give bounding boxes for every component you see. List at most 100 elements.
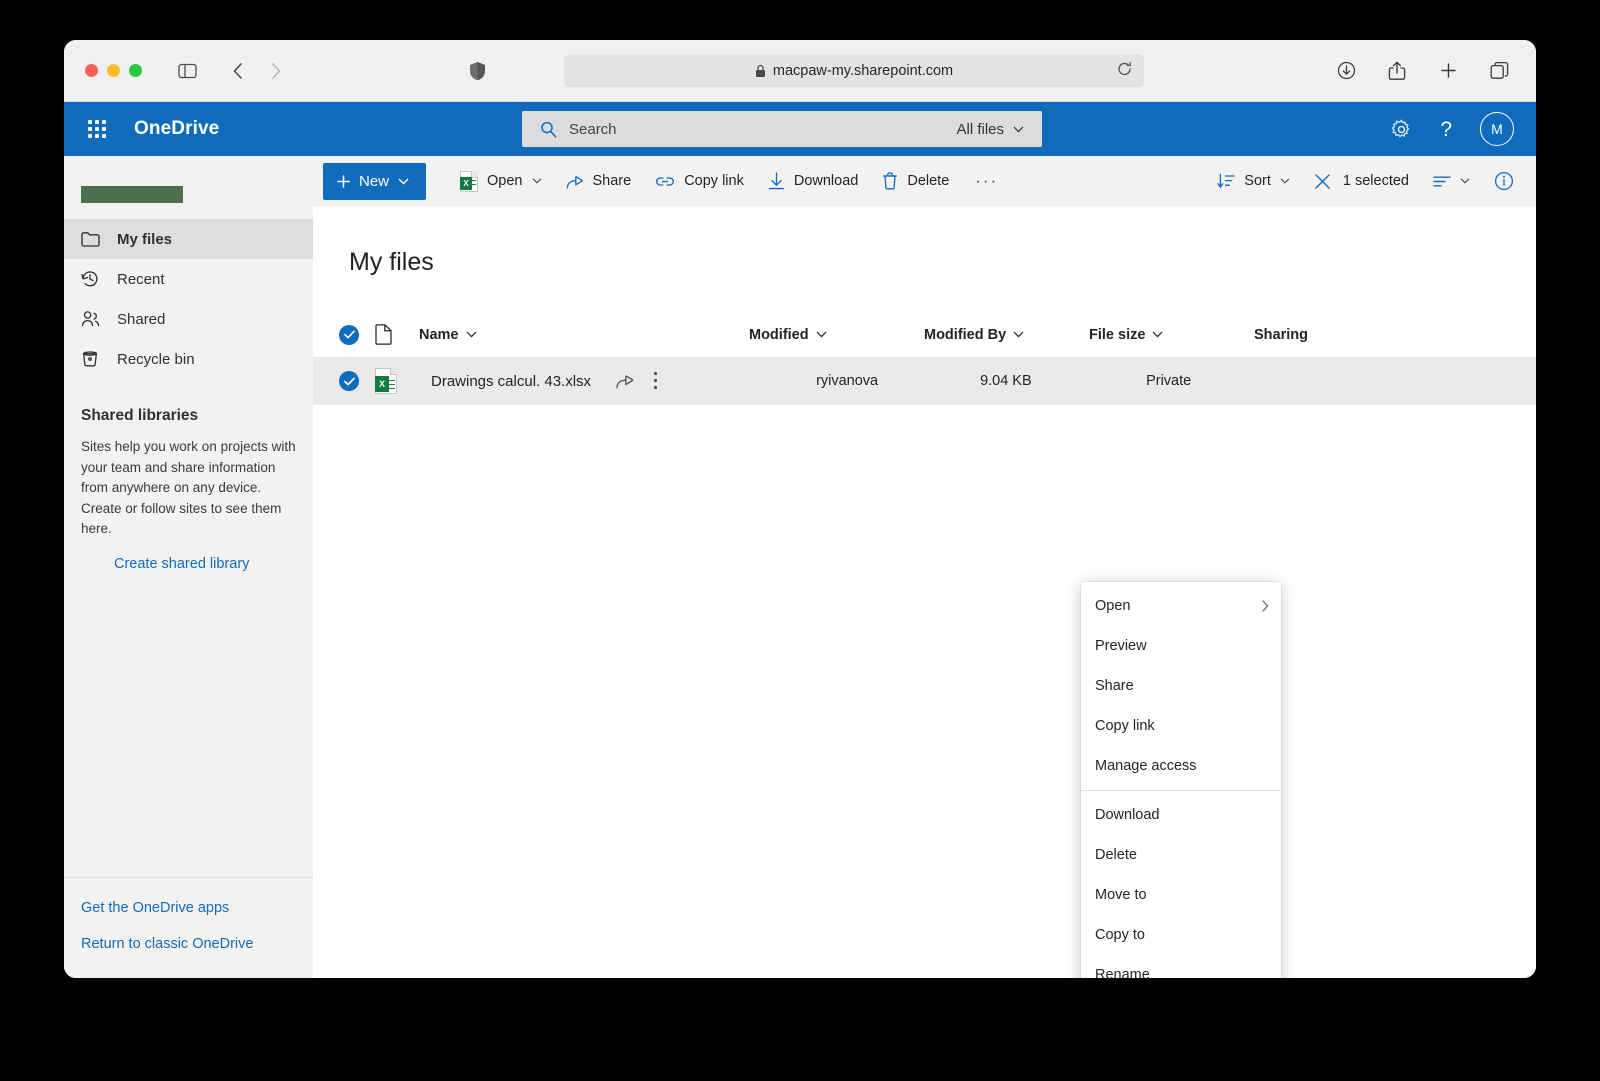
window-controls bbox=[85, 64, 142, 77]
shield-icon[interactable] bbox=[462, 56, 492, 86]
downloads-icon[interactable] bbox=[1331, 56, 1361, 86]
menu-item-delete[interactable]: Delete bbox=[1081, 835, 1281, 875]
menu-item-rename[interactable]: Rename bbox=[1081, 955, 1281, 978]
check-circle-icon bbox=[339, 371, 359, 391]
trash-icon bbox=[882, 172, 898, 190]
table-row[interactable]: X Drawings calcul. 43.xlsx ryivanova 9.0… bbox=[313, 357, 1536, 405]
context-menu: Open Preview Share Copy link Manage acce… bbox=[1081, 582, 1281, 978]
file-type-icon bbox=[375, 324, 392, 345]
command-bar-right: Sort 1 selected bbox=[1205, 161, 1518, 201]
create-shared-library-link[interactable]: Create shared library bbox=[114, 556, 313, 572]
menu-item-copy-link[interactable]: Copy link bbox=[1081, 706, 1281, 746]
excel-icon: X bbox=[460, 170, 479, 192]
view-options-button[interactable] bbox=[1421, 161, 1482, 201]
get-onedrive-apps-link[interactable]: Get the OneDrive apps bbox=[81, 900, 313, 916]
tab-overview-icon[interactable] bbox=[1484, 56, 1514, 86]
menu-item-manage-access[interactable]: Manage access bbox=[1081, 746, 1281, 786]
browser-window: macpaw-my.sharepoint.com OneDrive Search… bbox=[64, 40, 1536, 978]
brand-title[interactable]: OneDrive bbox=[134, 118, 219, 140]
sidebar-item-label: Recent bbox=[117, 270, 165, 288]
column-header-filetype[interactable] bbox=[375, 324, 419, 345]
close-window-button[interactable] bbox=[85, 64, 98, 77]
column-header-modified-by[interactable]: Modified By bbox=[924, 327, 1089, 343]
sidebar-item-shared[interactable]: Shared bbox=[64, 299, 313, 339]
sidebar-item-my-files[interactable]: My files bbox=[64, 219, 313, 259]
column-header-sharing[interactable]: Sharing bbox=[1254, 327, 1414, 343]
search-input[interactable] bbox=[569, 120, 957, 138]
command-label: Copy link bbox=[684, 173, 744, 189]
column-header-name[interactable]: Name bbox=[419, 327, 749, 343]
shared-libraries-heading: Shared libraries bbox=[81, 407, 199, 424]
sidebar-item-recent[interactable]: Recent bbox=[64, 259, 313, 299]
link-icon bbox=[655, 174, 675, 189]
excel-file-icon: X bbox=[375, 368, 397, 394]
info-icon bbox=[1494, 171, 1514, 191]
share-icon bbox=[566, 173, 584, 190]
menu-item-label: Copy link bbox=[1095, 718, 1155, 734]
clear-selection-button[interactable]: 1 selected bbox=[1302, 161, 1421, 201]
gear-icon[interactable] bbox=[1391, 118, 1412, 140]
share-command[interactable]: Share bbox=[554, 161, 644, 201]
row-modified-by: ryivanova bbox=[816, 373, 879, 389]
search-bar[interactable]: All files bbox=[522, 111, 1042, 147]
help-icon[interactable]: ? bbox=[1440, 119, 1452, 140]
row-checkbox[interactable] bbox=[323, 371, 375, 391]
column-header-modified[interactable]: Modified bbox=[749, 327, 924, 343]
row-name-cell[interactable]: Drawings calcul. 43.xlsx bbox=[419, 373, 591, 390]
page-title: My files bbox=[349, 248, 434, 276]
share-icon[interactable] bbox=[615, 372, 635, 390]
select-all-checkbox[interactable] bbox=[323, 324, 375, 345]
column-header-label: Modified bbox=[749, 326, 809, 343]
redacted-account-name bbox=[81, 186, 183, 203]
file-name-label: Drawings calcul. 43.xlsx bbox=[431, 372, 592, 390]
download-command[interactable]: Download bbox=[756, 161, 871, 201]
sidebar: My files Recent Shared Recycle bin Share… bbox=[64, 156, 313, 978]
more-commands-button[interactable]: ··· bbox=[961, 171, 1012, 191]
details-info-button[interactable] bbox=[1482, 161, 1518, 201]
sidebar-toggle-icon[interactable] bbox=[172, 56, 202, 86]
folder-icon bbox=[81, 231, 105, 247]
command-label: Share bbox=[592, 173, 632, 189]
back-button[interactable] bbox=[223, 56, 253, 86]
menu-separator bbox=[1081, 790, 1281, 791]
sort-button[interactable]: Sort bbox=[1205, 161, 1302, 201]
new-tab-icon[interactable] bbox=[1433, 56, 1463, 86]
forward-button[interactable] bbox=[261, 56, 291, 86]
suite-actions: ? M bbox=[1391, 112, 1514, 146]
chevron-down-icon bbox=[1152, 331, 1163, 338]
share-icon[interactable] bbox=[1382, 56, 1412, 86]
column-header-file-size[interactable]: File size bbox=[1089, 327, 1254, 343]
menu-item-label: Share bbox=[1095, 678, 1134, 694]
sidebar-item-recycle-bin[interactable]: Recycle bin bbox=[64, 339, 313, 379]
more-vertical-icon[interactable] bbox=[653, 371, 658, 391]
chevron-down-icon bbox=[532, 178, 541, 184]
copy-link-command[interactable]: Copy link bbox=[643, 161, 756, 201]
row-file-size: 9.04 KB bbox=[980, 373, 1032, 389]
menu-item-open[interactable]: Open bbox=[1081, 586, 1281, 626]
minimize-window-button[interactable] bbox=[107, 64, 120, 77]
new-button[interactable]: New bbox=[323, 162, 427, 200]
menu-item-copy-to[interactable]: Copy to bbox=[1081, 915, 1281, 955]
address-bar[interactable]: macpaw-my.sharepoint.com bbox=[564, 54, 1144, 87]
menu-item-preview[interactable]: Preview bbox=[1081, 626, 1281, 666]
menu-item-move-to[interactable]: Move to bbox=[1081, 875, 1281, 915]
reload-icon[interactable] bbox=[1117, 61, 1132, 80]
check-circle-icon bbox=[339, 324, 359, 345]
sidebar-footer: Get the OneDrive apps Return to classic … bbox=[64, 877, 313, 978]
column-header-label: Name bbox=[419, 326, 459, 343]
menu-item-download[interactable]: Download bbox=[1081, 795, 1281, 835]
sidebar-item-label: My files bbox=[117, 230, 173, 248]
open-command[interactable]: X Open bbox=[448, 161, 553, 201]
delete-command[interactable]: Delete bbox=[870, 161, 961, 201]
search-scope-dropdown[interactable]: All files bbox=[956, 121, 1024, 138]
history-icon bbox=[81, 270, 105, 288]
command-label: Download bbox=[793, 173, 859, 189]
app-launcher-icon[interactable] bbox=[86, 118, 108, 140]
menu-item-label: Copy to bbox=[1095, 927, 1145, 943]
chevron-down-icon bbox=[1460, 178, 1470, 184]
menu-item-share[interactable]: Share bbox=[1081, 666, 1281, 706]
maximize-window-button[interactable] bbox=[129, 64, 142, 77]
sort-icon bbox=[1217, 173, 1235, 189]
return-to-classic-link[interactable]: Return to classic OneDrive bbox=[81, 936, 313, 952]
avatar[interactable]: M bbox=[1480, 112, 1514, 146]
